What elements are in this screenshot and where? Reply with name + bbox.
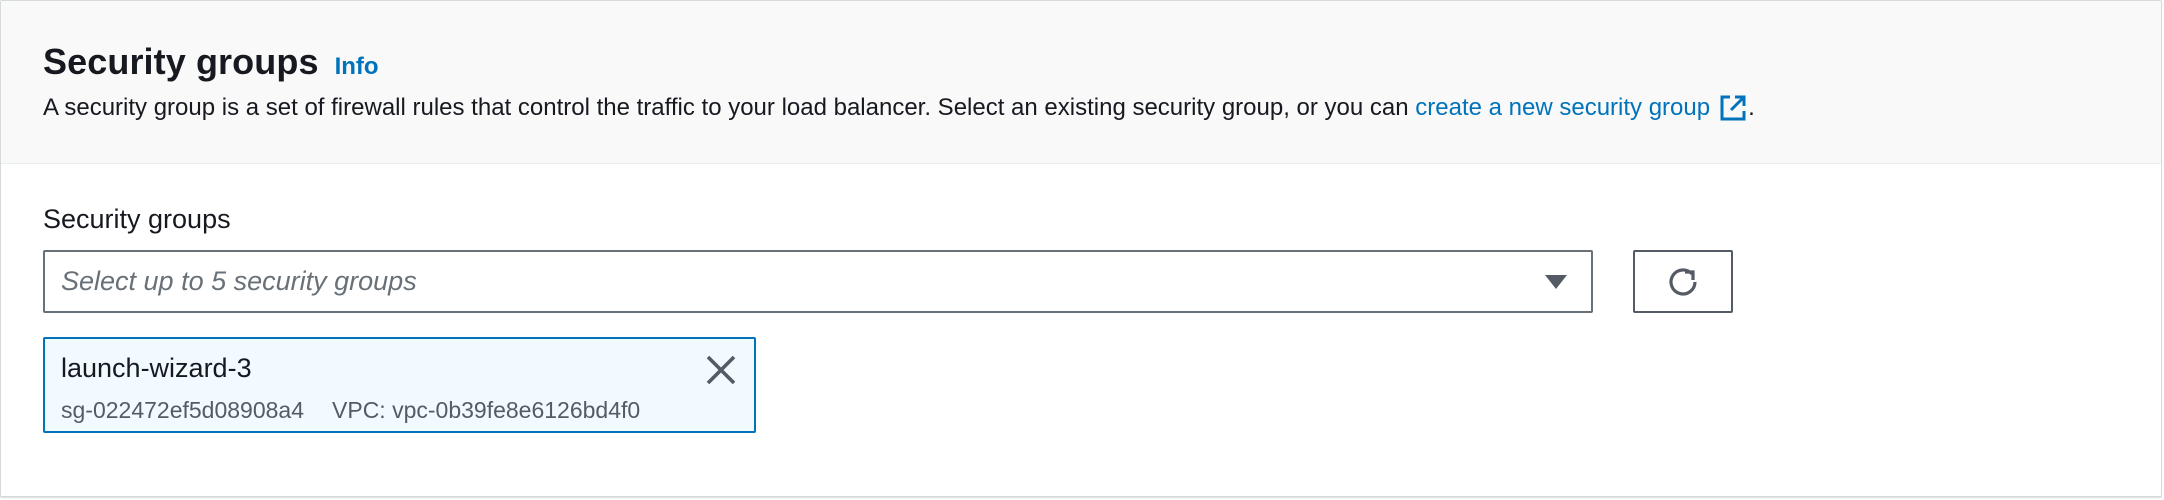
external-link-icon bbox=[1720, 95, 1746, 121]
security-group-id: sg-022472ef5d08908a4 bbox=[61, 397, 305, 423]
description-suffix: . bbox=[1748, 94, 1755, 121]
security-group-details: sg-022472ef5d08908a4 VPC: vpc-0b39fe8e612… bbox=[61, 397, 640, 424]
close-icon[interactable] bbox=[704, 353, 738, 387]
panel-header: Security groups Info A security group is… bbox=[1, 1, 2161, 164]
security-groups-field-label: Security groups bbox=[43, 204, 231, 234]
title-row: Security groups Info bbox=[43, 41, 379, 83]
caret-down-icon bbox=[1545, 274, 1567, 289]
refresh-button[interactable] bbox=[1633, 250, 1733, 313]
selected-security-group-token: launch-wizard-3 sg-022472ef5d08908a4 VPC:… bbox=[43, 337, 756, 433]
security-groups-select[interactable]: Select up to 5 security groups bbox=[43, 250, 1593, 313]
select-placeholder: Select up to 5 security groups bbox=[61, 266, 417, 296]
panel-description: A security group is a set of firewall ru… bbox=[43, 93, 1755, 123]
security-groups-panel: Security groups Info A security group is… bbox=[0, 0, 2162, 497]
page-title: Security groups bbox=[43, 41, 319, 82]
refresh-icon bbox=[1669, 267, 1697, 296]
create-security-group-link[interactable]: create a new security group bbox=[1415, 93, 1748, 123]
info-link[interactable]: Info bbox=[335, 53, 379, 81]
security-group-vpc: VPC: vpc-0b39fe8e6126bd4f0 bbox=[332, 397, 641, 423]
create-security-group-link-label: create a new security group bbox=[1415, 94, 1711, 121]
description-text: A security group is a set of firewall ru… bbox=[43, 94, 1416, 121]
security-group-name: launch-wizard-3 bbox=[61, 353, 252, 383]
